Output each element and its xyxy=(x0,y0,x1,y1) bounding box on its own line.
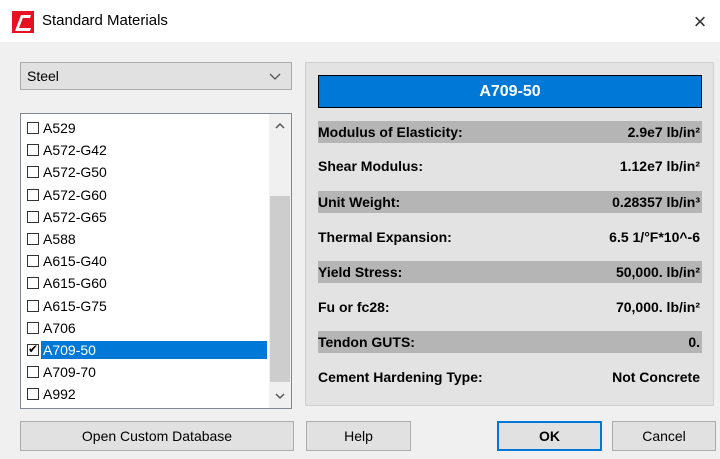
property-label: Thermal Expansion: xyxy=(318,229,452,245)
material-type-dropdown[interactable]: Steel xyxy=(20,62,292,90)
material-checkbox[interactable] xyxy=(27,321,39,334)
material-label: A529 xyxy=(43,120,76,136)
list-item[interactable]: A709-70 xyxy=(23,361,267,383)
material-label: A709-50 xyxy=(41,340,267,359)
property-row: Yield Stress: 50,000. lb/in² xyxy=(318,261,702,283)
material-checkbox[interactable]: ✔ xyxy=(27,341,39,356)
material-label: A706 xyxy=(43,319,76,336)
list-item[interactable]: A572-G65 xyxy=(23,206,267,228)
property-value: 2.9e7 lb/in² xyxy=(627,124,700,140)
scroll-up-icon[interactable] xyxy=(269,116,291,136)
property-value: Not Concrete xyxy=(612,369,700,385)
material-label: A572-G50 xyxy=(43,164,107,181)
material-checkbox[interactable] xyxy=(27,366,39,379)
property-row: Tendon GUTS: 0. xyxy=(318,331,702,353)
property-value: 70,000. lb/in² xyxy=(615,299,700,315)
scroll-down-icon[interactable] xyxy=(269,386,291,406)
material-checkbox[interactable] xyxy=(27,232,39,245)
material-label: A709-70 xyxy=(43,364,96,381)
property-label: Unit Weight: xyxy=(318,194,401,210)
list-scrollbar[interactable] xyxy=(269,114,291,408)
checkmark-icon: ✔ xyxy=(28,341,39,356)
list-item[interactable]: A572-G60 xyxy=(23,184,267,206)
ok-button[interactable]: OK xyxy=(497,421,602,451)
list-item[interactable]: ✔ A709-50 xyxy=(23,339,267,361)
property-row: Cement Hardening Type: Not Concrete xyxy=(318,366,702,388)
property-label: Cement Hardening Type: xyxy=(318,369,483,385)
material-checkbox[interactable] xyxy=(27,388,39,401)
material-label: A615-G60 xyxy=(43,275,107,292)
property-row: Unit Weight: 0.28357 lb/in³ xyxy=(318,191,702,213)
material-checkbox[interactable] xyxy=(27,299,39,312)
property-value: 6.5 1/°F*10^-6 xyxy=(609,229,700,245)
material-checkbox[interactable] xyxy=(27,122,39,134)
list-item[interactable]: A588 xyxy=(23,228,267,250)
material-details-panel: A709-50 Modulus of Elasticity: 2.9e7 lb/i… xyxy=(305,62,714,406)
list-item[interactable]: A572-G42 xyxy=(23,139,267,161)
property-label: Tendon GUTS: xyxy=(318,334,415,350)
material-checkbox[interactable] xyxy=(27,144,39,157)
material-checkbox[interactable] xyxy=(27,210,39,223)
scroll-thumb[interactable] xyxy=(270,196,290,382)
material-label: A572-G60 xyxy=(43,186,107,203)
property-row: Shear Modulus: 1.12e7 lb/in² xyxy=(318,155,702,177)
chevron-down-icon xyxy=(269,73,281,80)
property-value: 50,000. lb/in² xyxy=(615,264,700,280)
property-row: Fu or fc28: 70,000. lb/in² xyxy=(318,296,702,318)
property-value: 1.12e7 lb/in² xyxy=(619,158,700,174)
list-item[interactable]: A572-G50 xyxy=(23,161,267,183)
material-label: A615-G40 xyxy=(43,253,107,270)
help-button[interactable]: Help xyxy=(306,421,411,451)
selected-material-name: A709-50 xyxy=(318,75,702,108)
list-item[interactable]: A615-G60 xyxy=(23,272,267,294)
material-type-value: Steel xyxy=(27,68,59,84)
property-label: Fu or fc28: xyxy=(318,299,390,315)
property-label: Yield Stress: xyxy=(318,264,403,280)
property-value: 0.28357 lb/in³ xyxy=(612,194,700,210)
material-checkbox[interactable] xyxy=(27,166,39,179)
list-item[interactable]: A706 xyxy=(23,317,267,339)
material-label: A588 xyxy=(43,230,76,247)
property-row: Modulus of Elasticity: 2.9e7 lb/in² xyxy=(318,121,702,143)
list-item[interactable]: A615-G40 xyxy=(23,250,267,272)
title-bar: Standard Materials × xyxy=(0,0,720,42)
material-label: A572-G42 xyxy=(43,142,107,159)
open-custom-database-button[interactable]: Open Custom Database xyxy=(20,421,294,451)
property-row: Thermal Expansion: 6.5 1/°F*10^-6 xyxy=(318,226,702,248)
property-value: 0. xyxy=(688,334,700,350)
property-label: Shear Modulus: xyxy=(318,158,424,174)
material-list[interactable]: A529 A572-G42 A572-G50 A572-G60 A572-G65 A588… xyxy=(20,113,292,409)
cancel-button[interactable]: Cancel xyxy=(612,421,716,451)
material-checkbox[interactable] xyxy=(27,255,39,268)
window-title: Standard Materials xyxy=(42,12,168,29)
close-icon[interactable]: × xyxy=(686,8,714,36)
material-label: A992 xyxy=(43,386,76,403)
list-item[interactable]: A615-G75 xyxy=(23,295,267,317)
material-label: A572-G65 xyxy=(43,208,107,225)
material-checkbox[interactable] xyxy=(27,277,39,290)
material-label: A615-G75 xyxy=(43,297,107,314)
list-item[interactable]: A992 xyxy=(23,383,267,405)
app-logo-icon xyxy=(12,11,34,33)
material-checkbox[interactable] xyxy=(27,188,39,201)
list-item[interactable]: A529 xyxy=(23,117,267,139)
property-label: Modulus of Elasticity: xyxy=(318,124,463,140)
